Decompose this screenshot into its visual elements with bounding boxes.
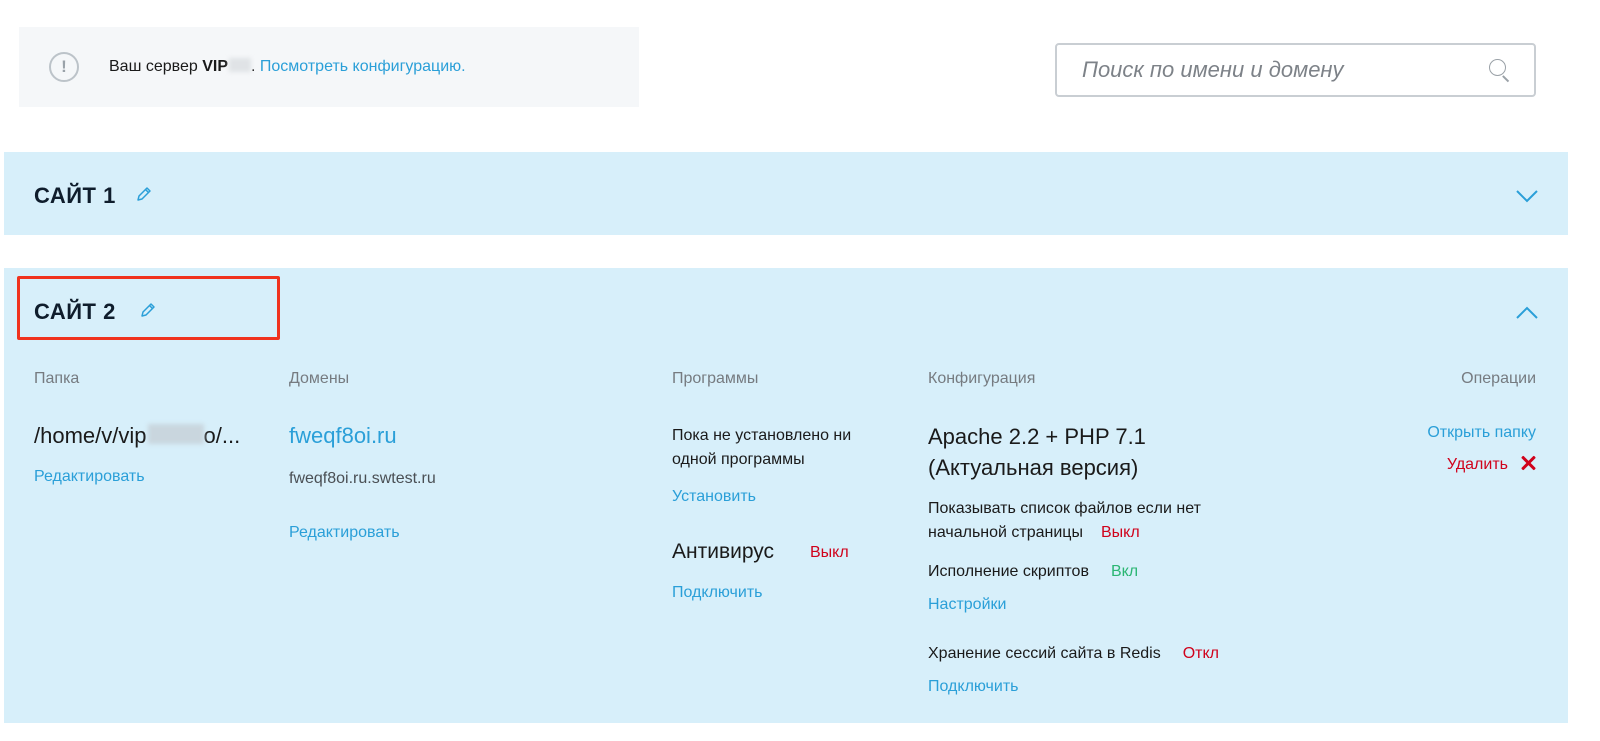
- server-stack: Apache 2.2 + PHP 7.1 (Актуальная версия): [928, 421, 1146, 483]
- folder-path: /home/v/vip o/...: [34, 423, 240, 449]
- redacted-blur: [147, 424, 204, 444]
- dir-listing-label: начальной страницы: [928, 524, 1083, 541]
- scripts-setting: Исполнение скриптов Вкл: [928, 563, 1138, 581]
- chevron-down-icon[interactable]: [1516, 189, 1538, 203]
- antivirus-connect-link[interactable]: Подключить: [672, 584, 762, 602]
- dir-listing-status: Выкл: [1100, 524, 1140, 541]
- domain-edit-link[interactable]: Редактировать: [289, 524, 400, 542]
- programs-empty-text: Пока не установлено ни одной программы: [672, 424, 851, 472]
- stack-name: Apache 2.2 + PHP 7.1: [928, 424, 1146, 449]
- redis-label: Хранение сессий сайта в Redis: [928, 645, 1161, 662]
- domain-alias: fweqf8oi.ru.swtest.ru: [289, 470, 436, 487]
- site-title: САЙТ 2: [34, 299, 116, 324]
- programs-empty-line2: одной программы: [672, 451, 805, 468]
- redis-status: Откл: [1182, 645, 1220, 662]
- open-folder-link[interactable]: Открыть папку: [1427, 424, 1536, 442]
- server-notice: ! Ваш сервер VIP. Посмотреть конфигураци…: [19, 27, 639, 107]
- scripts-status: Вкл: [1110, 563, 1139, 580]
- delete-site-button[interactable]: Удалить: [1447, 455, 1536, 474]
- programs-empty-line1: Пока не установлено ни: [672, 427, 852, 444]
- page: ! Ваш сервер VIP. Посмотреть конфигураци…: [4, 0, 1600, 741]
- folder-path-start: /home/v/vip: [34, 423, 147, 448]
- pencil-icon[interactable]: [140, 302, 156, 318]
- stack-version-note: (Актуальная версия): [928, 455, 1139, 480]
- dir-listing-setting: Показывать список файлов если нет началь…: [928, 497, 1201, 545]
- redacted-blur: [229, 58, 252, 72]
- redis-setting: Хранение сессий сайта в Redis Откл: [928, 645, 1219, 663]
- search-box: [1055, 43, 1536, 97]
- folder-edit-link[interactable]: Редактировать: [34, 468, 145, 486]
- antivirus-label: Антивирус: [672, 540, 775, 563]
- column-header-operations: Операции: [1461, 370, 1536, 387]
- close-icon: [1520, 455, 1536, 471]
- settings-link[interactable]: Настройки: [928, 596, 1006, 614]
- notice-server-name: VIP: [202, 58, 229, 75]
- site-title: САЙТ 1: [34, 183, 116, 208]
- scripts-label: Исполнение скриптов: [928, 563, 1089, 580]
- dir-listing-line2: начальной страницы Выкл: [928, 521, 1201, 545]
- column-header-config: Конфигурация: [928, 370, 1036, 387]
- column-header-domains: Домены: [289, 370, 350, 387]
- view-config-link[interactable]: Посмотреть конфигурацию.: [260, 58, 466, 75]
- delete-label: Удалить: [1446, 456, 1508, 473]
- search-icon[interactable]: [1488, 58, 1512, 82]
- site-section-2: САЙТ 2: [4, 268, 1568, 723]
- install-program-link[interactable]: Установить: [672, 488, 756, 506]
- folder-path-end: o/...: [203, 423, 241, 448]
- search-input[interactable]: [1082, 57, 1488, 83]
- dir-listing-line1: Показывать список файлов если нет: [928, 500, 1201, 517]
- chevron-up-icon[interactable]: [1516, 306, 1538, 320]
- site-section-1: САЙТ 1: [4, 152, 1568, 235]
- exclamation-icon: !: [49, 52, 79, 82]
- column-header-folder: Папка: [34, 370, 80, 387]
- domain-main-link[interactable]: fweqf8oi.ru: [289, 423, 397, 449]
- notice-text: Ваш сервер VIP. Посмотреть конфигурацию.: [109, 58, 466, 75]
- column-header-programs: Программы: [672, 370, 759, 387]
- pencil-icon[interactable]: [136, 186, 152, 202]
- antivirus-status: Выкл: [810, 544, 849, 561]
- redis-connect-link[interactable]: Подключить: [928, 678, 1018, 696]
- notice-label: Ваш сервер: [109, 58, 198, 75]
